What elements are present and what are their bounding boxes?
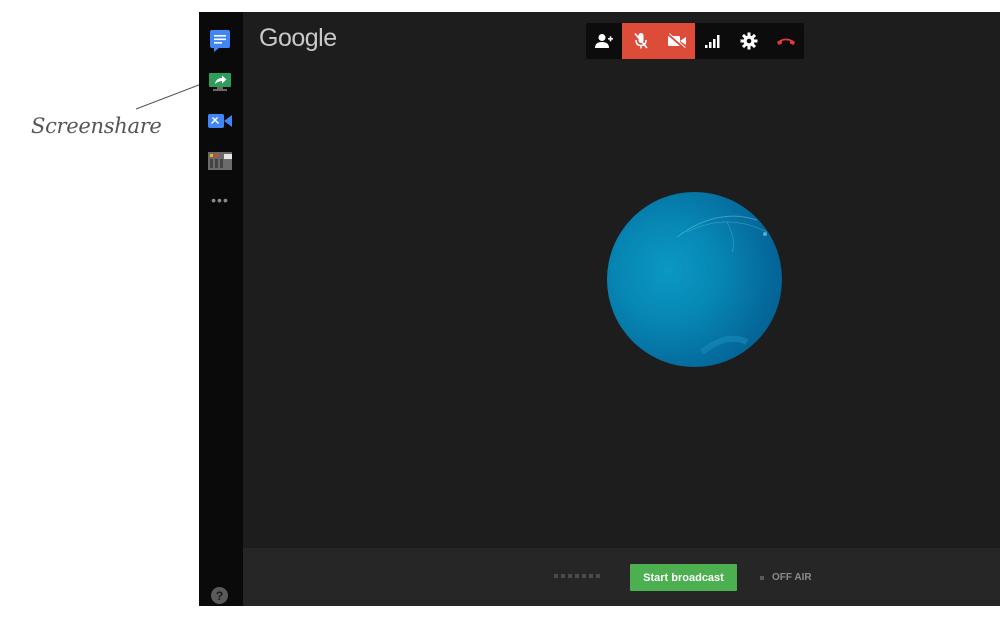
audio-level-indicator bbox=[554, 574, 600, 578]
status-label: OFF AIR bbox=[772, 572, 812, 583]
google-logo: Google bbox=[259, 24, 337, 52]
mic-off-icon bbox=[633, 32, 648, 49]
participant-video bbox=[607, 192, 782, 367]
mute-mic-button[interactable] bbox=[622, 23, 659, 59]
bandwidth-button[interactable] bbox=[695, 23, 731, 59]
camera-settings-icon bbox=[208, 114, 232, 128]
settings-button[interactable] bbox=[731, 23, 767, 59]
broadcast-footer: Start broadcast OFF AIR bbox=[243, 548, 1000, 606]
toggle-camera-button[interactable] bbox=[659, 23, 695, 59]
screenshare-icon bbox=[209, 73, 231, 91]
video-off-icon bbox=[667, 33, 686, 49]
help-button[interactable]: ? bbox=[211, 587, 228, 604]
screenshare-button[interactable] bbox=[207, 70, 233, 94]
hangup-icon bbox=[776, 38, 795, 45]
annotation-label: Screenshare bbox=[31, 114, 162, 138]
control-room-button[interactable] bbox=[207, 149, 233, 173]
gear-icon bbox=[740, 32, 758, 50]
start-broadcast-button[interactable]: Start broadcast bbox=[630, 564, 737, 591]
call-toolbar bbox=[586, 23, 804, 59]
camera-settings-button[interactable] bbox=[207, 109, 233, 133]
invite-people-button[interactable] bbox=[586, 23, 622, 59]
chat-icon bbox=[210, 30, 230, 52]
chat-button[interactable] bbox=[207, 29, 233, 53]
jellyfish-image bbox=[676, 215, 768, 355]
more-apps-button[interactable]: ••• bbox=[207, 193, 233, 207]
hang-up-button[interactable] bbox=[767, 23, 804, 59]
control-room-icon bbox=[208, 152, 232, 170]
on-air-status: OFF AIR bbox=[760, 572, 812, 583]
hangout-window: ••• ? Google Start broadcast OFF AIR bbox=[199, 12, 1000, 606]
status-dot bbox=[760, 575, 764, 580]
signal-icon bbox=[705, 35, 720, 48]
sidebar: ••• ? bbox=[199, 12, 243, 606]
add-person-icon bbox=[595, 34, 613, 48]
